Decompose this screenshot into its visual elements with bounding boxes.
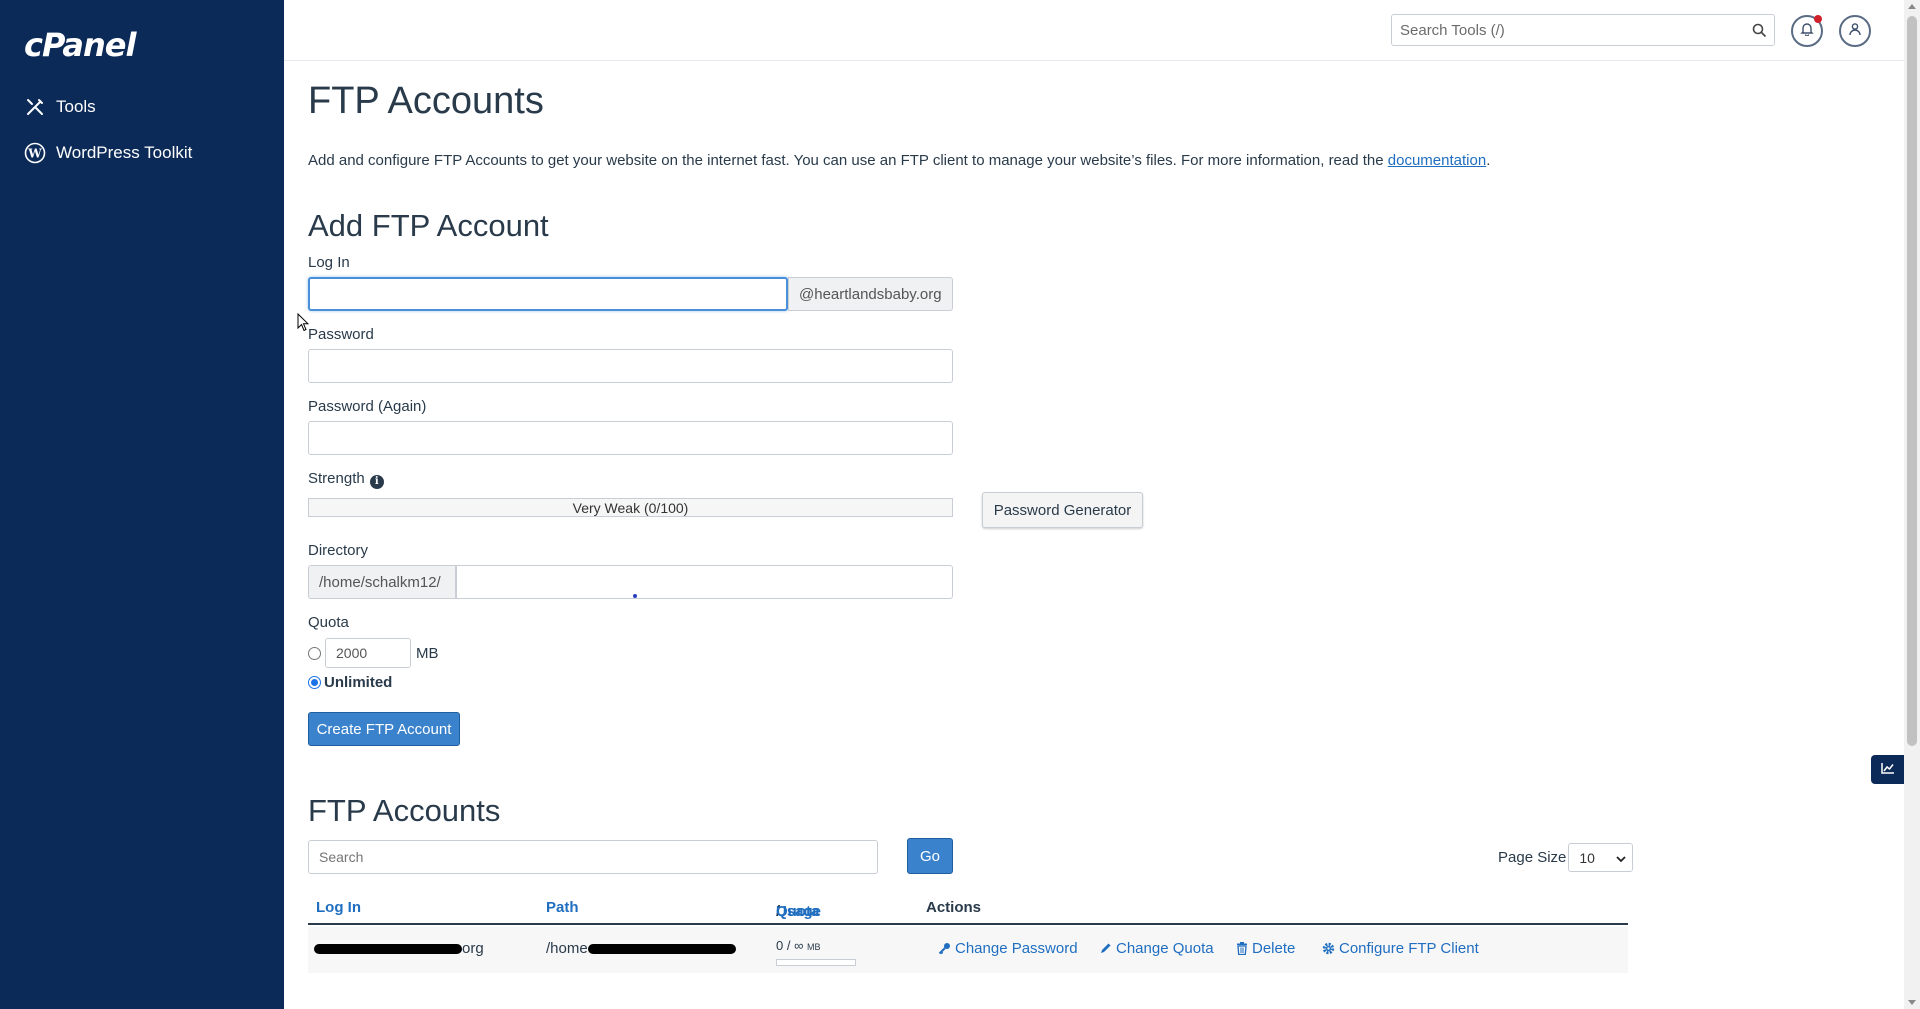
configure-ftp-client-label: Configure FTP Client <box>1339 940 1479 957</box>
gear-icon <box>1322 942 1335 955</box>
user-icon <box>1848 22 1862 41</box>
sidebar-item-tools[interactable]: Tools <box>24 93 96 121</box>
sidebar-item-label: WordPress Toolkit <box>56 143 193 162</box>
row-path: /home <box>546 940 736 957</box>
documentation-link[interactable]: documentation <box>1388 152 1486 169</box>
quota-limited-radio[interactable] <box>308 646 321 660</box>
search-tools-input[interactable] <box>1392 15 1744 45</box>
add-ftp-heading: Add FTP Account <box>308 208 549 243</box>
row-usage-text: 0 / ∞ <box>776 938 804 953</box>
ftp-accounts-heading: FTP Accounts <box>308 793 501 828</box>
change-password-label: Change Password <box>955 940 1078 957</box>
column-actions: Actions <box>926 899 982 916</box>
change-quota-link[interactable]: Change Quota <box>1099 940 1214 957</box>
password-again-input[interactable] <box>309 422 952 454</box>
quota-unit: MB <box>416 644 439 662</box>
tools-icon <box>24 96 46 118</box>
scrollbar-thumb[interactable] <box>1907 16 1917 746</box>
table-header: Log In Path Usage / Quota Actions <box>308 895 1628 925</box>
loading-indicator <box>633 594 637 598</box>
user-menu-button[interactable] <box>1839 15 1871 47</box>
configure-ftp-client-link[interactable]: Configure FTP Client <box>1322 940 1479 957</box>
redaction-mark <box>587 944 736 955</box>
column-quota[interactable]: Quota <box>776 903 819 920</box>
mouse-pointer-icon <box>297 312 310 337</box>
quota-input[interactable] <box>326 639 410 667</box>
go-button[interactable]: Go <box>907 838 953 874</box>
notifications-button[interactable] <box>1791 15 1823 47</box>
notification-badge <box>1814 15 1822 23</box>
page-size-value: 10 <box>1579 849 1595 866</box>
sidebar: cPanel Tools W WordPress Toolkit <box>0 0 284 1009</box>
create-ftp-account-button[interactable]: Create FTP Account <box>308 712 460 746</box>
page-intro: Add and configure FTP Accounts to get yo… <box>308 152 1490 169</box>
page-title: FTP Accounts <box>308 80 544 122</box>
table-row: org /home 0 / ∞ MB Change Password Chang… <box>308 927 1628 973</box>
password-label: Password <box>308 326 374 343</box>
analytics-widget-button[interactable] <box>1871 755 1904 784</box>
login-label: Log In <box>308 254 350 271</box>
search-tools-box[interactable] <box>1391 14 1775 46</box>
scroll-up-icon[interactable] <box>1908 4 1916 9</box>
strength-label-text: Strength <box>308 470 365 487</box>
row-login: org <box>314 940 484 957</box>
search-icon[interactable] <box>1744 23 1774 38</box>
accounts-search-input[interactable] <box>309 841 877 873</box>
intro-text: Add and configure FTP Accounts to get yo… <box>308 152 1388 169</box>
scroll-down-icon[interactable] <box>1908 1000 1916 1005</box>
column-login[interactable]: Log In <box>316 899 361 916</box>
password-again-label: Password (Again) <box>308 398 427 415</box>
domain-suffix: @heartlandsbaby.org <box>788 277 953 311</box>
quota-unlimited-radio[interactable] <box>308 676 321 689</box>
login-input[interactable] <box>310 279 786 309</box>
quota-field[interactable] <box>325 638 411 668</box>
row-login-text: org <box>462 940 484 957</box>
chart-icon <box>1880 761 1895 779</box>
redaction-mark <box>314 944 462 955</box>
page-size-label: Page Size <box>1498 849 1567 866</box>
row-usage-unit: MB <box>806 942 821 952</box>
page-scrollbar[interactable] <box>1904 0 1920 1009</box>
page-size-select[interactable]: 10 <box>1568 843 1634 872</box>
change-password-link[interactable]: Change Password <box>938 940 1078 957</box>
cpanel-logo[interactable]: cPanel <box>24 26 136 64</box>
row-usage: 0 / ∞ MB <box>776 938 820 953</box>
change-quota-label: Change Quota <box>1116 940 1214 957</box>
password-again-field[interactable] <box>308 421 953 455</box>
delete-label: Delete <box>1252 940 1296 957</box>
directory-prefix: /home/schalkm12/ <box>308 565 456 599</box>
directory-label: Directory <box>308 542 369 559</box>
info-icon[interactable]: i <box>369 474 384 489</box>
accounts-search-field[interactable] <box>308 840 878 874</box>
unlimited-label[interactable]: Unlimited <box>324 674 392 691</box>
strength-label: Strength i <box>308 470 384 489</box>
sidebar-item-label: Tools <box>56 97 96 116</box>
row-path-text: /home <box>546 940 588 957</box>
sidebar-item-wordpress-toolkit[interactable]: W WordPress Toolkit <box>24 139 192 167</box>
chevron-down-icon <box>1616 850 1627 866</box>
key-icon <box>938 942 951 955</box>
directory-field[interactable] <box>456 565 953 599</box>
login-field[interactable] <box>308 277 788 311</box>
delete-link[interactable]: Delete <box>1236 940 1295 957</box>
password-field[interactable] <box>308 349 953 383</box>
svg-text:W: W <box>27 147 42 161</box>
wordpress-icon: W <box>24 142 46 164</box>
intro-end: . <box>1486 152 1491 169</box>
bell-icon <box>1800 22 1814 41</box>
pencil-icon <box>1099 942 1112 955</box>
quota-label: Quota <box>308 614 349 631</box>
page-size-control: Page Size 10 <box>1498 843 1634 872</box>
column-path[interactable]: Path <box>546 899 579 916</box>
usage-bar <box>776 959 856 966</box>
directory-input[interactable] <box>457 566 952 598</box>
password-generator-button[interactable]: Password Generator <box>982 492 1143 528</box>
password-input[interactable] <box>309 350 952 382</box>
quota-unlimited-row: Unlimited <box>308 674 392 691</box>
trash-icon <box>1236 942 1248 955</box>
strength-meter: Very Weak (0/100) <box>308 498 953 517</box>
quota-limited-row: MB <box>308 638 439 668</box>
